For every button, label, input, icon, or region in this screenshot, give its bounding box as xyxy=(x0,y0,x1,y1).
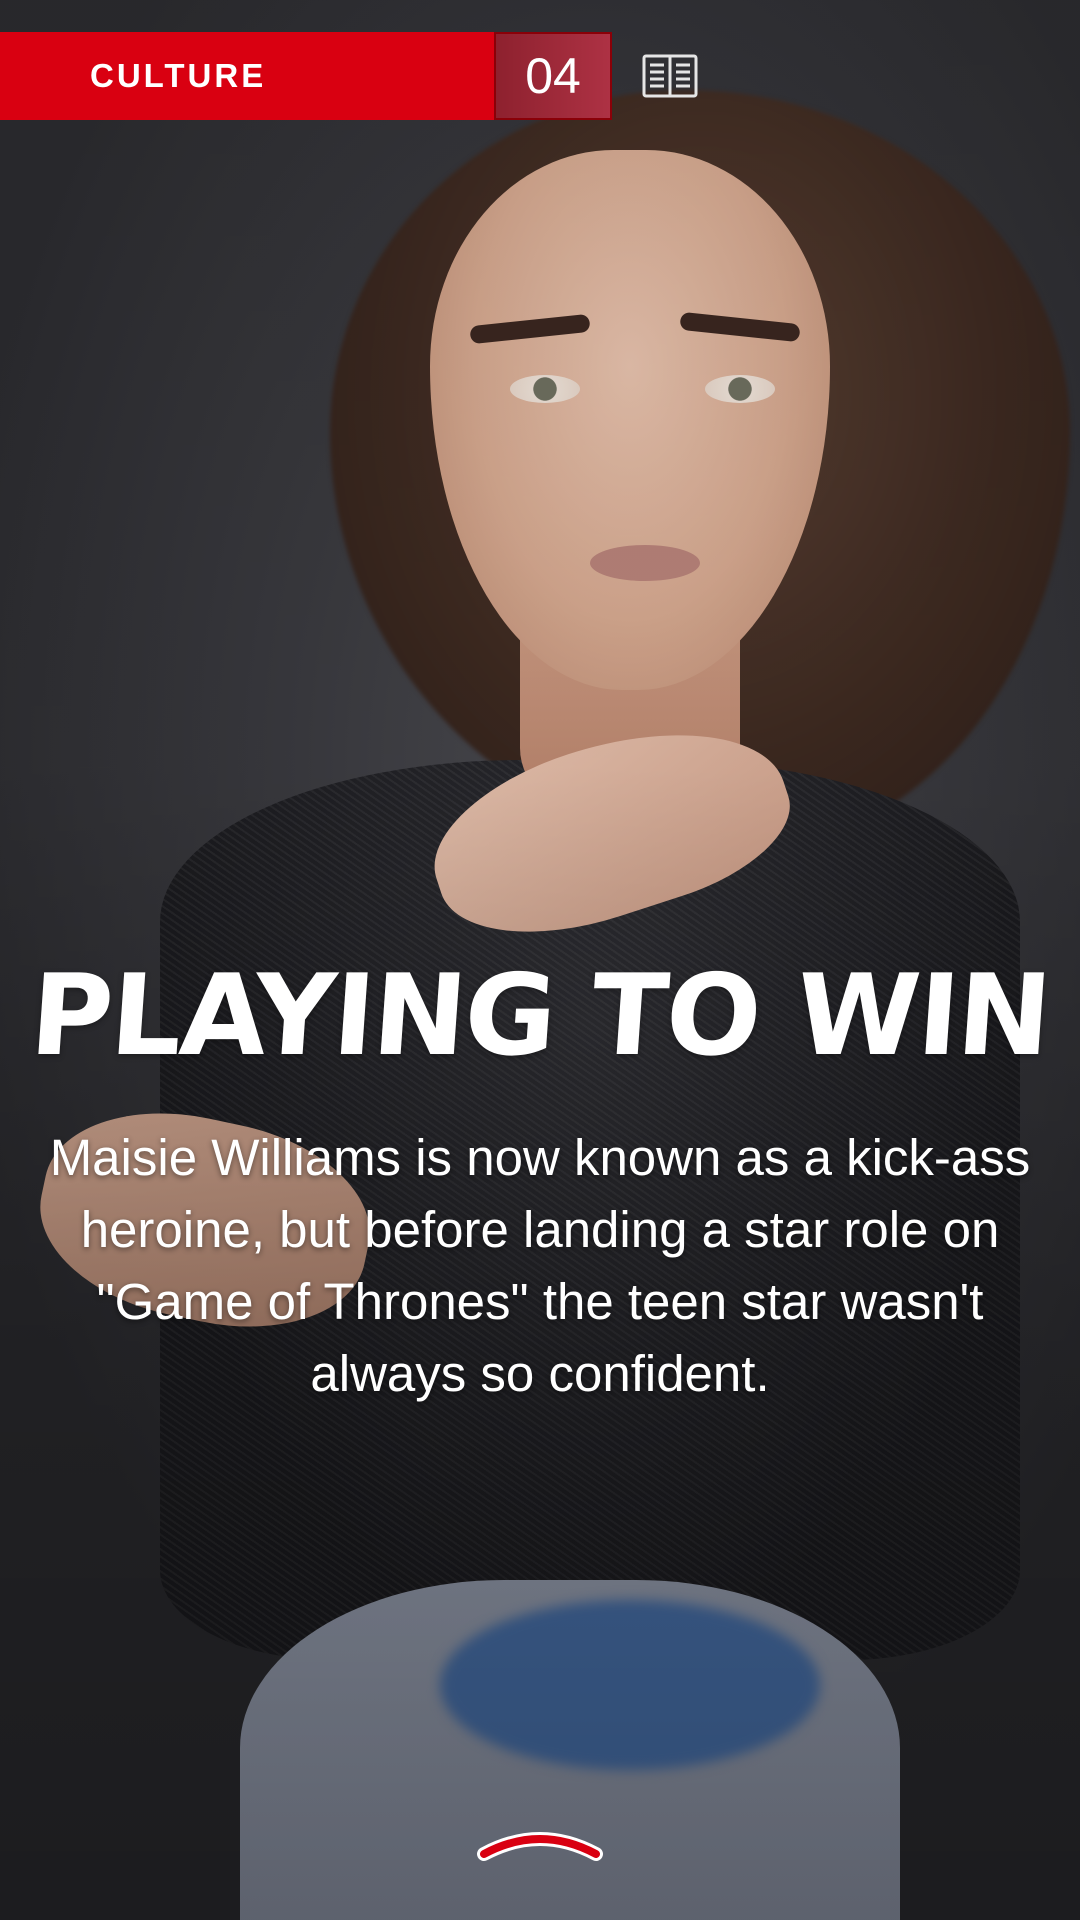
story-dek: Maisie Williams is now known as a kick-a… xyxy=(49,1129,1031,1402)
reader-mode-button[interactable] xyxy=(640,48,700,104)
swipe-up-button[interactable] xyxy=(476,1820,604,1870)
open-book-icon xyxy=(642,54,698,98)
section-label[interactable]: CULTURE xyxy=(90,32,266,120)
section-bar: CULTURE 04 xyxy=(0,32,612,120)
story-screen: CULTURE 04 PLAYING TO WIN Maisie William… xyxy=(0,0,1080,1920)
chevron-up-icon xyxy=(477,1832,603,1861)
page-number: 04 xyxy=(494,32,612,120)
story-headline: PLAYING TO WIN xyxy=(26,951,1054,1081)
